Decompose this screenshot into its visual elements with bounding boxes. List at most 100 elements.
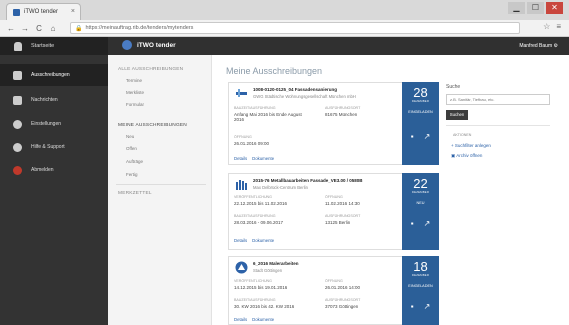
tender-card[interactable]: 2015-76 Metallbauarbeiten Fassade_VE3.00… <box>228 173 439 250</box>
brand-logo-icon <box>122 40 132 50</box>
gwg-logo-icon <box>236 89 247 97</box>
sidebar-item-label: Hilfe & Support <box>31 144 65 150</box>
maximize-button[interactable]: ☐ <box>527 2 544 14</box>
subnav-section-all[interactable]: ALLE AUSSCHREIBUNGEN <box>118 67 183 72</box>
date-day: 22 <box>413 176 428 191</box>
card-subtitle: Max Delbrück-Centrum Berlin <box>253 185 308 190</box>
documents-link[interactable]: Dokumente <box>252 238 274 243</box>
field-value: 81675 München <box>325 112 358 117</box>
close-button[interactable]: ✕ <box>546 2 563 14</box>
field-value: 11.02.2016 14:30 <box>325 201 360 206</box>
tender-card[interactable]: 1008-0120-0125_04 Fassadensanierung GWG … <box>228 82 439 165</box>
app-brand[interactable]: iTWO tender <box>122 40 176 50</box>
subnav-divider <box>116 184 206 185</box>
subnav-notepad[interactable]: MERKZETTEL <box>118 191 152 196</box>
field-label: BAUZEIT/AUSFÜHRUNG <box>234 298 276 302</box>
field-label: AUSFÜHRUNGSORT <box>325 298 361 302</box>
details-link[interactable]: Details <box>234 238 247 243</box>
url-text: https://meinauftrag.rib.de/tenders/myten… <box>85 25 194 31</box>
save-icon[interactable]: ▪ <box>411 302 414 311</box>
documents-link[interactable]: Dokumente <box>252 317 274 322</box>
field-label: VERÖFFENTLICHUNG <box>234 195 272 199</box>
card-title[interactable]: 1008-0120-0125_04 Fassadensanierung <box>253 87 356 92</box>
sidebar-header[interactable]: Startseite <box>0 37 108 55</box>
field-label: AUSFÜHRUNGSORT <box>325 214 361 218</box>
add-search-filter-link[interactable]: + Suchfilter anlegen <box>451 143 491 148</box>
documents-link[interactable]: Dokumente <box>252 156 274 161</box>
help-icon <box>13 142 22 152</box>
lock-icon: 🔒 <box>75 25 83 32</box>
sidebar-item-abmelden[interactable]: Abmelden <box>0 159 108 181</box>
field-value: 22.12.2015 bis 11.02.2016 <box>234 201 287 206</box>
date-day: 28 <box>413 85 428 100</box>
logout-icon <box>13 165 22 175</box>
tender-card[interactable]: 6_2016 Malerarbeiten Stadt Göttingen VER… <box>228 256 439 325</box>
field-label: BAUZEIT/AUSFÜHRUNG <box>234 106 276 110</box>
address-bar[interactable]: 🔒 https://meinauftrag.rib.de/tenders/myt… <box>70 22 520 34</box>
home-icon[interactable]: ⌂ <box>49 24 57 33</box>
subnav-item[interactable]: Neu <box>126 134 134 139</box>
gear-icon <box>13 119 22 129</box>
subnav-item[interactable]: Formular <box>126 102 144 107</box>
card-subtitle: Stadt Göttingen <box>253 268 283 273</box>
date-box: 28 DEZEMBER EINGELADEN ▪ ↗ <box>402 82 439 165</box>
share-icon[interactable]: ↗ <box>424 219 431 228</box>
card-links: Details Dokumente <box>234 156 279 161</box>
sidebar-item-start-label: Startseite <box>31 43 55 49</box>
field-value: 26.01.2016 14:00 <box>325 285 361 290</box>
subnav-item[interactable]: Termine <box>126 78 142 83</box>
share-icon[interactable]: ↗ <box>424 302 431 311</box>
date-month: DEZEMBER <box>411 99 430 103</box>
open-archive-link[interactable]: ▣ Archiv öffnen <box>451 153 482 159</box>
field-value: 37073 Göttingen <box>325 304 359 309</box>
minimize-button[interactable]: ▁ <box>508 2 525 14</box>
date-month: DEZEMBER <box>411 190 430 194</box>
subnav-item[interactable]: Aufträge <box>126 159 143 164</box>
status-badge: EINGELADEN <box>408 110 433 114</box>
field-value: 14.12.2015 bis 19.01.2016 <box>234 285 288 290</box>
search-button[interactable]: Suchen <box>446 110 468 120</box>
back-icon[interactable]: ← <box>7 24 15 33</box>
field-label: VERÖFFENTLICHUNG <box>234 279 272 283</box>
subnav-section-mine[interactable]: MEINE AUSSCHREIBUNGEN <box>118 123 187 128</box>
card-title[interactable]: 2015-76 Metallbauarbeiten Fassade_VE3.00… <box>253 178 363 183</box>
tab-close-icon[interactable]: × <box>71 8 75 15</box>
details-link[interactable]: Details <box>234 156 247 161</box>
sidebar-item-hilfe[interactable]: Hilfe & Support <box>0 136 108 158</box>
card-actions: ▪ ↗ <box>402 302 439 311</box>
share-icon[interactable]: ↗ <box>424 132 431 141</box>
subnav-item[interactable]: Fertig <box>126 172 138 177</box>
field-label: ÖFFNUNG <box>325 195 343 199</box>
menu-icon[interactable]: ≡ <box>556 22 561 31</box>
sidebar-item-ausschreibungen[interactable]: Ausschreibungen <box>0 64 108 86</box>
date-box: 18 DEZEMBER EINGELADEN ▪ ↗ <box>402 256 439 325</box>
card-title[interactable]: 6_2016 Malerarbeiten <box>253 261 299 266</box>
date-day: 18 <box>413 259 428 274</box>
card-subtitle: GWG Städtische Wohnungsgesellschaft Münc… <box>253 94 356 99</box>
field-label: ÖFFNUNG <box>325 279 343 283</box>
sidebar-item-einstellungen[interactable]: Einstellungen <box>0 113 108 135</box>
sidebar-item-label: Abmelden <box>31 167 54 173</box>
subnav-item[interactable]: Offen <box>126 146 137 151</box>
sidebar-item-label: Einstellungen <box>31 121 62 127</box>
message-icon <box>13 95 22 105</box>
favicon-icon <box>13 8 20 16</box>
card-actions: ▪ ↗ <box>402 219 439 228</box>
status-badge: NEU <box>416 201 425 205</box>
status-badge: EINGELADEN <box>408 284 433 288</box>
star-icon[interactable]: ☆ <box>543 22 550 31</box>
reload-icon[interactable]: C <box>35 24 43 33</box>
card-links: Details Dokumente <box>234 238 279 243</box>
tenders-icon <box>13 70 22 80</box>
sidebar-item-nachrichten[interactable]: Nachrichten <box>0 89 108 111</box>
user-menu[interactable]: Manfred Baum ⚙ <box>519 43 558 49</box>
browser-tab[interactable]: iTWO tender × <box>6 3 81 20</box>
forward-icon[interactable]: → <box>21 24 29 33</box>
subnav-item[interactable]: Merkliste <box>126 90 144 95</box>
sidebar-item-label: Ausschreibungen <box>31 72 70 78</box>
save-icon[interactable]: ▪ <box>411 219 414 228</box>
search-input[interactable] <box>446 94 550 105</box>
field-value: 26.01.2016 09:00 <box>234 141 270 146</box>
details-link[interactable]: Details <box>234 317 247 322</box>
save-icon[interactable]: ▪ <box>411 132 414 141</box>
